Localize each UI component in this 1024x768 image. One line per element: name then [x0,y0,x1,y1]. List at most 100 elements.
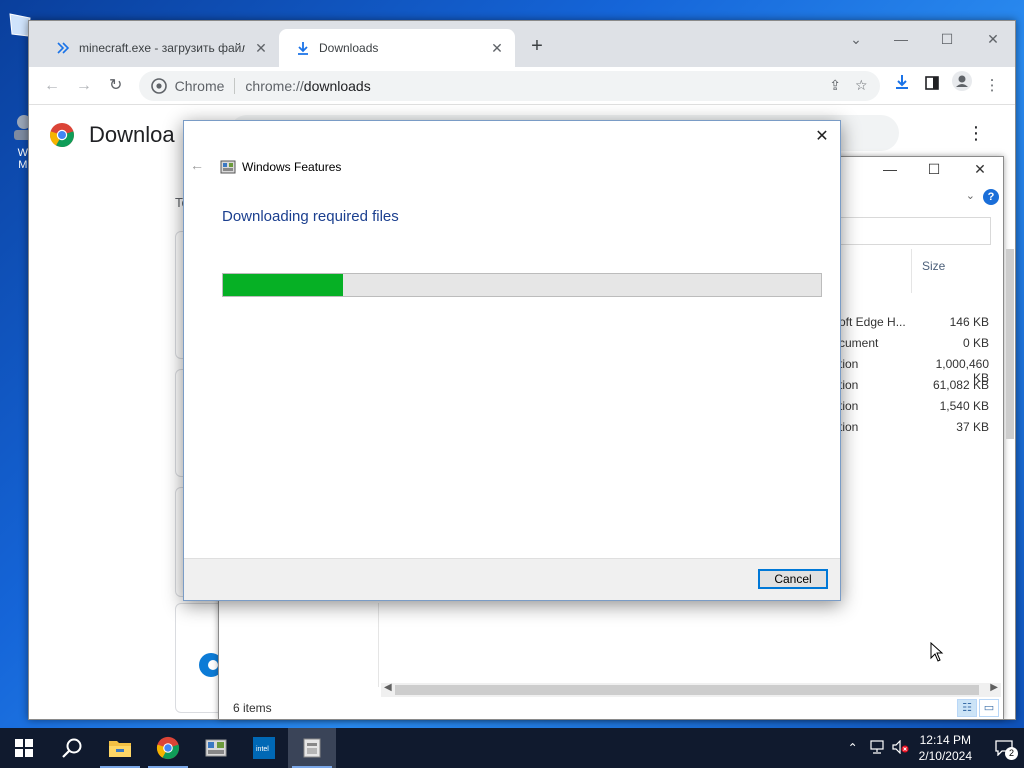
tab-strip: minecraft.exe - загрузить файл ✕ Downloa… [29,21,1015,67]
maximize-icon[interactable]: ☐ [932,27,962,51]
page-title: Downloa [89,122,175,147]
share-icon[interactable]: ⇪ [829,77,841,94]
back-arrow-icon[interactable]: ← [190,157,204,173]
mouse-cursor-icon [930,642,944,662]
scrollbar-thumb[interactable] [395,685,979,695]
site-chip-label: Chrome [174,77,225,94]
file-type: tion [839,420,859,434]
scroll-left-icon[interactable]: ◀ [384,682,392,693]
column-header-size[interactable]: Size [911,249,995,293]
profile-avatar-icon[interactable] [947,70,977,101]
help-icon[interactable]: ? [983,189,999,205]
file-size: 37 KB [956,420,989,434]
chrome-logo-icon [150,77,167,94]
file-explorer-icon [109,741,131,757]
taskbar: intel ⌃ 12:14 PM 2/10/2024 2 [0,728,1024,768]
taskbar-installer[interactable] [288,728,336,768]
download-icon [295,40,311,56]
close-icon[interactable]: ✕ [965,161,995,178]
tab-minecraft[interactable]: minecraft.exe - загрузить файл ✕ [39,29,279,67]
site-info-chip[interactable]: Chrome [150,77,225,94]
file-size: 61,082 KB [932,378,989,392]
show-hidden-icons-chevron-icon[interactable]: ⌃ [841,741,865,755]
taskbar-file-explorer[interactable] [96,728,144,768]
back-arrow-icon[interactable]: ← [37,71,67,101]
svg-text:intel: intel [256,746,269,753]
url-text: chrome://downloads [245,78,370,94]
taskbar-intel[interactable]: intel [240,728,288,768]
tab-title: Downloads [319,41,379,55]
vertical-scrollbar[interactable] [1003,249,1017,719]
file-type: cument [839,336,879,350]
file-row[interactable]: cument 0 KB [839,336,989,357]
file-row[interactable]: tion 1,540 KB [839,399,989,420]
file-size: 146 KB [949,315,989,329]
new-tab-button[interactable]: + [525,35,549,59]
status-item-count: 6 items [233,701,272,715]
windows-features-icon [220,160,236,174]
address-bar[interactable]: Chrome chrome://downloads ⇪ ☆ [138,70,880,101]
clock-time: 12:14 PM [919,733,971,747]
dialog-footer: Cancel [184,558,840,600]
maximize-icon[interactable]: ☐ [919,161,949,178]
navigation-pane[interactable] [219,603,379,687]
progress-bar [222,273,822,297]
system-clock[interactable]: 12:14 PM 2/10/2024 [919,732,972,764]
forward-arrow-icon[interactable]: → [69,71,99,101]
scrollbar-thumb[interactable] [1006,249,1014,439]
progress-bar-fill [223,274,343,296]
action-center-button[interactable]: 2 [984,728,1024,768]
file-type: tion [839,399,859,413]
dialog-title: Windows Features [242,160,342,174]
file-size: 1,540 KB [939,399,989,413]
bookmark-star-icon[interactable]: ☆ [855,77,868,94]
large-icons-view-icon[interactable]: ▭ [979,699,999,717]
tab-downloads[interactable]: Downloads ✕ [279,29,515,67]
close-icon[interactable]: ✕ [978,27,1008,51]
system-tray: ⌃ 12:14 PM 2/10/2024 2 [841,728,1024,768]
tab-close-icon[interactable]: ✕ [253,40,269,56]
file-size: 1,000,460 KB [935,357,989,385]
url-path: downloads [303,77,371,94]
reload-icon[interactable]: ↻ [101,71,131,101]
close-icon[interactable]: ✕ [812,127,832,147]
expand-ribbon-chevron-icon[interactable]: ⌄ [966,189,975,202]
file-type: tion [839,378,859,392]
omnibox-actions: ⇪ ☆ [829,77,867,94]
tab-close-icon[interactable]: ✕ [489,40,505,56]
taskbar-chrome[interactable] [144,728,192,768]
search-icon [62,738,82,758]
file-row[interactable]: tion 37 KB [839,420,989,441]
windows-features-dialog: ✕ ← Windows Features Downloading require… [183,120,841,601]
volume-muted-icon[interactable] [889,739,913,757]
scroll-right-icon[interactable]: ▶ [990,682,998,693]
tab-search-chevron-icon[interactable]: ⌄ [841,27,871,51]
file-row[interactable]: tion 61,082 KB [839,378,989,399]
details-view-icon[interactable]: ☷ [957,699,977,717]
explorer-search-input[interactable] [839,217,991,245]
minimize-icon[interactable]: — [886,27,916,51]
tab-title: minecraft.exe - загрузить файл [79,41,245,55]
notification-count-badge: 2 [1005,747,1018,760]
side-panel-icon[interactable] [917,71,947,101]
url-scheme: chrome:// [245,77,304,94]
windows-logo-icon [15,739,33,757]
file-row[interactable]: tion 1,000,460 KB [839,357,989,385]
chrome-icon [156,736,180,760]
minimize-icon[interactable]: — [875,161,905,177]
intel-icon: intel [253,737,275,759]
more-menu-icon[interactable]: ⋮ [967,123,985,144]
file-size: 0 KB [962,336,989,350]
forward-double-chevron-icon [55,40,71,56]
taskbar-windows-features[interactable] [192,728,240,768]
file-row[interactable]: oft Edge H... 146 KB [839,315,989,336]
horizontal-scrollbar[interactable]: ◀ ▶ [381,682,1001,697]
cancel-button[interactable]: Cancel [758,569,828,589]
network-icon[interactable] [865,739,889,757]
search-button[interactable] [48,728,96,768]
downloads-toolbar-icon[interactable] [888,71,918,101]
chrome-logo-icon [50,123,74,147]
more-menu-icon[interactable]: ⋮ [977,71,1007,101]
clock-date: 2/10/2024 [918,749,972,763]
start-button[interactable] [0,728,48,768]
